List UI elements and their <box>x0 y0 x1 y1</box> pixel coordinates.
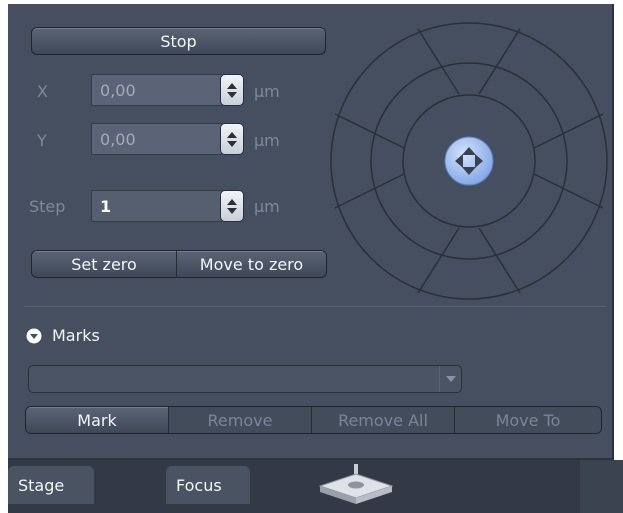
remove-button-label: Remove <box>207 410 273 430</box>
set-zero-label: Set zero <box>71 254 137 274</box>
marks-section-toggle[interactable]: Marks <box>26 326 100 345</box>
step-label: Step <box>29 197 66 216</box>
joystick-knob[interactable] <box>444 136 494 186</box>
move-to-zero-label: Move to zero <box>199 254 304 274</box>
y-spin-button[interactable] <box>220 123 244 155</box>
spin-down-icon <box>227 140 237 147</box>
marks-header: Marks <box>52 326 100 345</box>
marks-button-group: Mark Remove Remove All Move To <box>25 406 602 434</box>
joystick-spoke <box>334 173 405 209</box>
x-spin-button[interactable] <box>220 74 244 106</box>
remove-button[interactable]: Remove <box>169 407 312 433</box>
joystick-spoke <box>417 28 460 95</box>
dropdown-arrow-button[interactable] <box>439 366 461 392</box>
x-label: X <box>37 82 48 101</box>
stop-button[interactable]: Stop <box>31 27 326 55</box>
spin-down-icon <box>227 91 237 98</box>
move-to-button[interactable]: Move To <box>455 407 601 433</box>
joystick-spoke <box>417 227 460 294</box>
tab-focus[interactable]: Focus <box>166 466 250 504</box>
step-unit: µm <box>254 197 280 216</box>
tab-stage[interactable]: Stage <box>8 466 94 504</box>
y-position-input[interactable]: 0,00 <box>91 123 223 155</box>
tool-tab-bar: Stage Focus <box>8 460 580 513</box>
spin-up-icon <box>227 198 237 205</box>
tab-stage-label: Stage <box>18 475 65 495</box>
move-to-button-label: Move To <box>495 410 561 430</box>
caret-down-icon <box>445 376 456 382</box>
x-unit: µm <box>254 82 280 101</box>
step-input[interactable]: 1 <box>91 190 223 222</box>
move-to-zero-button[interactable]: Move to zero <box>177 251 326 277</box>
y-unit: µm <box>254 131 280 150</box>
joystick-spoke <box>478 28 521 95</box>
x-position-input[interactable]: 0,00 <box>91 74 223 106</box>
joystick-spoke <box>533 113 604 149</box>
remove-all-button[interactable]: Remove All <box>312 407 455 433</box>
mark-button-label: Mark <box>77 410 117 430</box>
step-spin-button[interactable] <box>220 190 244 222</box>
joystick-spoke <box>533 173 604 209</box>
section-divider <box>24 306 606 307</box>
xy-joystick-wheel[interactable] <box>326 18 612 304</box>
tab-focus-label: Focus <box>176 475 222 495</box>
joystick-spoke <box>478 227 521 294</box>
set-zero-button[interactable]: Set zero <box>32 251 178 277</box>
spin-down-icon <box>227 207 237 214</box>
joystick-spoke <box>334 113 405 149</box>
remove-all-button-label: Remove All <box>338 410 428 430</box>
stage-control-window: Stop X 0,00 µm Y 0,00 µm Step 1 µm Set z… <box>0 0 623 513</box>
microscope-stage-icon <box>318 464 394 504</box>
mark-button[interactable]: Mark <box>26 407 169 433</box>
stop-button-label: Stop <box>160 31 197 51</box>
chevron-down-circle-icon <box>26 328 42 343</box>
stage-control-panel: Stop X 0,00 µm Y 0,00 µm Step 1 µm Set z… <box>8 4 614 460</box>
spin-up-icon <box>227 131 237 138</box>
zero-button-group: Set zero Move to zero <box>31 250 327 278</box>
y-label: Y <box>37 131 47 150</box>
tab-bar-scroll-area <box>580 460 623 513</box>
marks-dropdown[interactable] <box>28 365 462 393</box>
spin-up-icon <box>227 82 237 89</box>
